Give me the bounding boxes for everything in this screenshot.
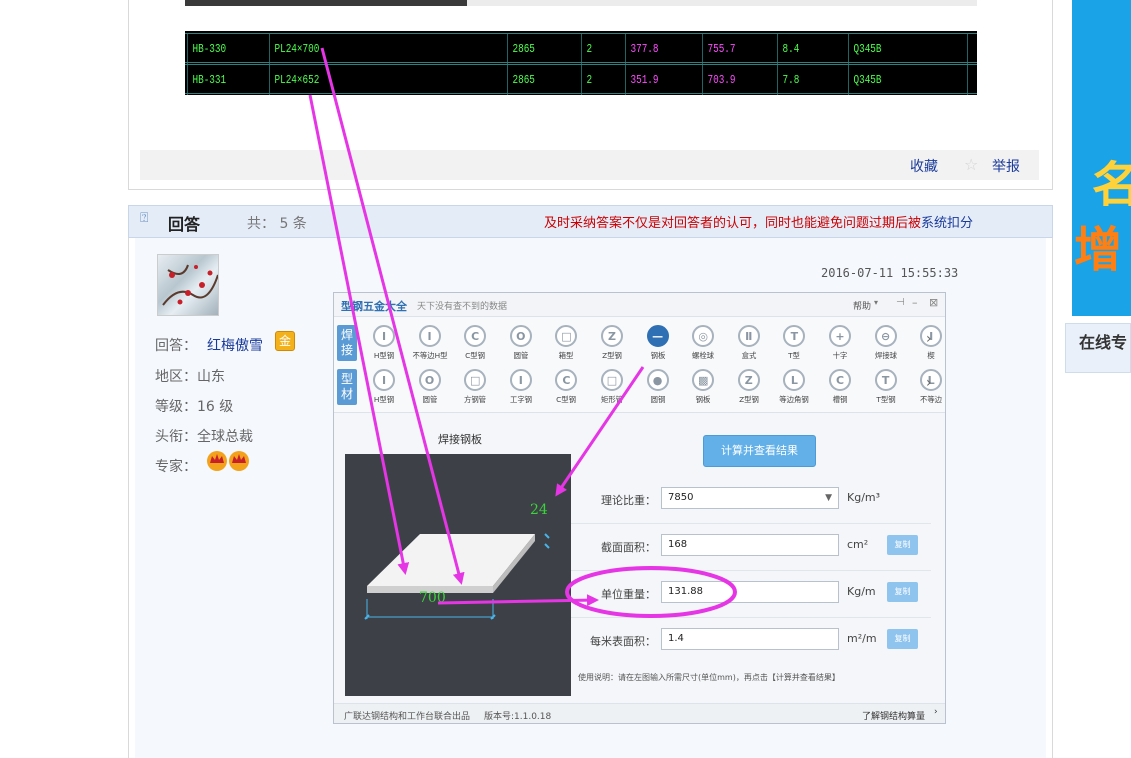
ad-text: 名 bbox=[1092, 157, 1131, 213]
online-expert-panel[interactable]: 在线专 bbox=[1065, 323, 1131, 373]
annotation-arrow bbox=[308, 94, 410, 575]
online-expert-label: 在线专 bbox=[1079, 333, 1128, 352]
ad-banner[interactable]: 名 增 bbox=[1072, 0, 1131, 316]
annotation-arrow bbox=[555, 366, 645, 497]
ad-text: 增 bbox=[1074, 222, 1123, 278]
annotation-overlay bbox=[308, 47, 737, 618]
annotation-ellipse bbox=[565, 566, 737, 618]
